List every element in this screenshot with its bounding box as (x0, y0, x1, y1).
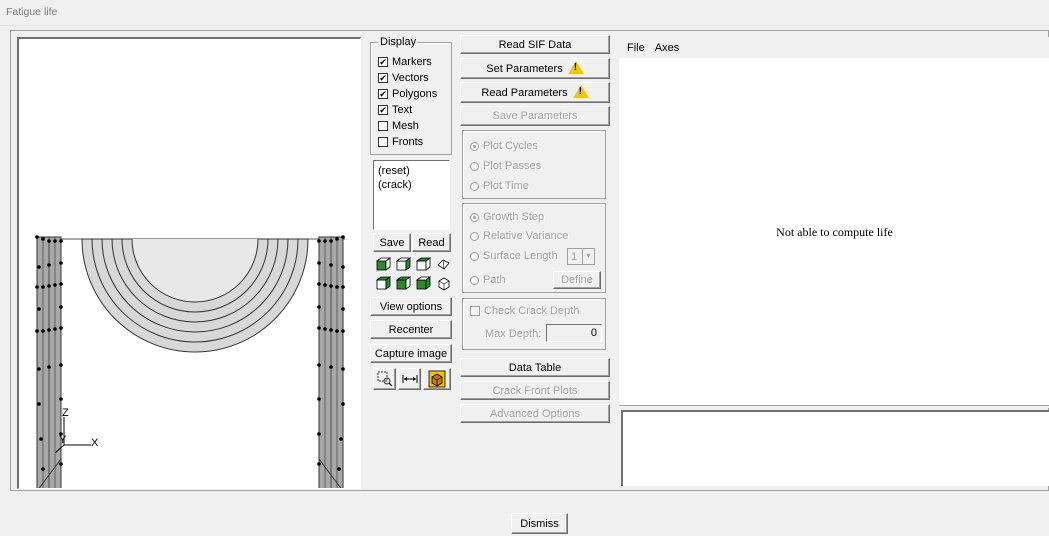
view-top-icon[interactable] (415, 256, 431, 272)
zoom-box-icon (377, 371, 393, 387)
radio-label: Path (483, 274, 506, 286)
select-tool-button[interactable] (423, 368, 451, 390)
warning-icon: ! (572, 85, 589, 98)
list-item[interactable]: (reset) (378, 164, 445, 178)
view-back-icon[interactable] (375, 275, 391, 291)
surface-length-select[interactable]: 1 ▼ (567, 248, 595, 265)
life-plot-area[interactable] (619, 37, 1049, 405)
plot-passes-radio[interactable]: Plot Passes (470, 159, 541, 173)
checkbox-box[interactable] (378, 136, 388, 147)
warning-icon: ! (567, 61, 584, 74)
menu-axes[interactable]: Axes (655, 42, 679, 54)
chevron-down-icon: ▼ (582, 249, 594, 264)
measure-tool-button[interactable] (398, 368, 421, 390)
checkbox-box[interactable]: ✔ (378, 104, 388, 115)
view-bottom-icon[interactable] (415, 275, 431, 291)
axis-x-label: X (91, 437, 99, 449)
plot-cycles-radio[interactable]: Plot Cycles (470, 139, 538, 153)
output-text-area[interactable] (621, 410, 1049, 486)
growth-step-radio[interactable]: Growth Step (470, 210, 544, 224)
checkbox-box[interactable]: ✔ (378, 88, 388, 99)
model-viewport[interactable]: Z Y X (17, 37, 361, 489)
advanced-options-button[interactable]: Advanced Options (460, 404, 610, 423)
check-crack-depth-checkbox[interactable]: Check Crack Depth (470, 305, 579, 317)
measure-distance-icon (402, 375, 417, 383)
button-label: Set Parameters (486, 62, 563, 75)
recenter-button[interactable]: Recenter (370, 320, 452, 339)
define-path-button[interactable]: Define (553, 271, 601, 289)
markers-checkbox[interactable]: ✔ Markers (378, 55, 432, 68)
checkbox-label: Mesh (392, 119, 419, 132)
checkbox-label: Polygons (392, 87, 438, 100)
text-checkbox[interactable]: ✔ Text (378, 103, 412, 116)
view-iso-back-icon[interactable] (435, 275, 451, 291)
radio-dot[interactable] (470, 212, 479, 222)
read-parameters-button[interactable]: Read Parameters! (460, 82, 610, 103)
max-depth-input[interactable]: 0 (546, 324, 602, 342)
plot-time-radio[interactable]: Plot Time (470, 179, 529, 193)
crack-model-drawing (35, 235, 345, 488)
checkbox-label: Text (392, 103, 413, 116)
fronts-checkbox[interactable]: Fronts (378, 135, 423, 148)
plot-menu-bar: File Axes (619, 37, 1049, 58)
mesh-checkbox[interactable]: Mesh (378, 119, 419, 132)
checkbox-box[interactable]: ✔ (378, 56, 388, 67)
checkbox-box[interactable] (470, 306, 480, 316)
view-side-icon[interactable] (395, 256, 411, 272)
view-iso-icon[interactable] (435, 256, 451, 272)
crack-front-plots-button[interactable]: Crack Front Plots (460, 381, 610, 400)
radio-label: Relative Variance (483, 230, 569, 242)
data-table-button[interactable]: Data Table (460, 358, 610, 377)
checkbox-label: Vectors (392, 71, 429, 84)
view-left-icon[interactable] (395, 275, 411, 291)
surface-length-radio[interactable]: Surface Length (470, 249, 558, 263)
axis-z-label: Z (62, 407, 69, 419)
view-options-button[interactable]: View options (370, 297, 452, 316)
cube-select-icon (428, 370, 446, 388)
radio-label: Growth Step (483, 211, 545, 223)
vectors-checkbox[interactable]: ✔ Vectors (378, 71, 429, 84)
radio-dot[interactable] (470, 161, 479, 171)
radio-label: Plot Cycles (483, 140, 539, 152)
zoom-tool-button[interactable] (373, 368, 396, 390)
display-group-label: Display (378, 36, 419, 48)
checkbox-label: Check Crack Depth (484, 305, 580, 317)
title-bar (0, 0, 1049, 26)
plot-message: Not able to compute life (776, 225, 893, 239)
checkbox-box[interactable]: ✔ (378, 72, 388, 83)
radio-label: Surface Length (483, 250, 558, 262)
radio-label: Plot Time (483, 180, 529, 192)
axis-y-label: Y (59, 434, 67, 446)
polygons-checkbox[interactable]: ✔ Polygons (378, 87, 437, 100)
checkbox-label: Fronts (392, 135, 424, 148)
view-orientation-icons (375, 256, 451, 292)
radio-label: Plot Passes (483, 160, 542, 172)
checkbox-box[interactable] (378, 120, 388, 131)
button-label: Read Parameters (481, 86, 568, 99)
path-radio[interactable]: Path (470, 273, 506, 287)
list-item[interactable]: (crack) (378, 178, 445, 192)
radio-dot[interactable] (470, 141, 479, 151)
view-list[interactable]: (reset) (crack) (373, 160, 450, 230)
radio-dot[interactable] (470, 251, 479, 261)
set-parameters-button[interactable]: Set Parameters! (460, 58, 610, 79)
view-front-icon[interactable] (375, 256, 391, 272)
menu-file[interactable]: File (627, 42, 645, 54)
read-sif-data-button[interactable]: Read SIF Data (460, 35, 610, 54)
radio-dot[interactable] (470, 231, 479, 241)
panel-divider[interactable] (619, 405, 1049, 408)
checkbox-label: Markers (392, 55, 432, 68)
capture-image-button[interactable]: Capture image (370, 344, 452, 363)
radio-dot[interactable] (470, 275, 479, 285)
max-depth-label: Max Depth: (485, 328, 542, 340)
window-title: Fatigue life (6, 6, 58, 18)
radio-dot[interactable] (470, 181, 479, 191)
save-view-button[interactable]: Save (373, 233, 411, 252)
relative-variance-radio[interactable]: Relative Variance (470, 229, 568, 243)
dismiss-button[interactable]: Dismiss (511, 513, 568, 534)
save-parameters-button[interactable]: Save Parameters (460, 106, 610, 126)
select-value: 1 (571, 250, 578, 263)
read-view-button[interactable]: Read (412, 233, 451, 252)
